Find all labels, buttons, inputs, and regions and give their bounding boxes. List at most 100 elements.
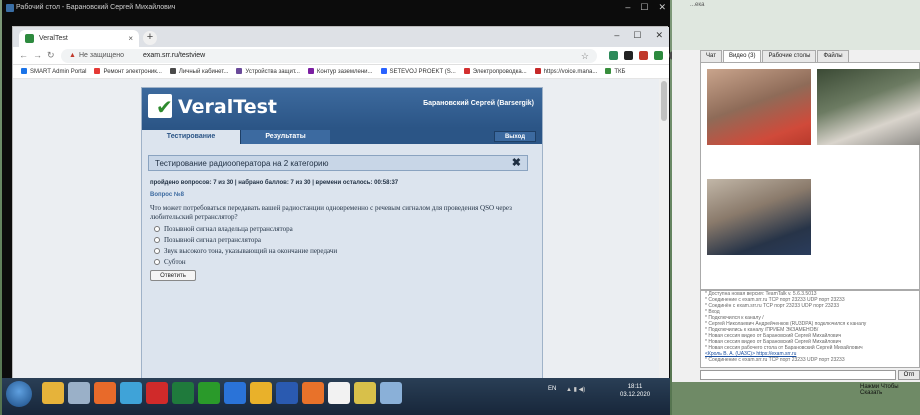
tab-desktops[interactable]: Рабочие столы <box>762 50 817 62</box>
extension-icon[interactable] <box>624 51 633 60</box>
tab-video[interactable]: Видео (3) <box>722 50 762 62</box>
url-text: exam.srr.ru/testview <box>143 52 206 59</box>
send-button[interactable]: Отп <box>898 370 920 380</box>
tab-results[interactable]: Результаты <box>240 130 330 144</box>
question-number: Вопрос №8 <box>150 192 184 198</box>
clapper-icon[interactable] <box>328 382 350 404</box>
radio-button[interactable] <box>154 237 160 243</box>
language-indicator[interactable]: EN <box>548 386 556 392</box>
browser-tab[interactable]: VeralTest × <box>19 30 139 47</box>
chrome-icon[interactable] <box>250 382 272 404</box>
radio-button[interactable] <box>154 259 160 265</box>
shield-icon[interactable] <box>654 51 663 60</box>
bookmark-label: SMART Admin Portal <box>30 69 87 75</box>
tab-chat[interactable]: Чат <box>700 50 722 62</box>
bookmark-item[interactable]: SMART Admin Portal <box>21 68 86 75</box>
warning-icon: ▲ <box>69 52 76 59</box>
close-icon[interactable]: ✖ <box>512 156 521 169</box>
reload-icon[interactable]: ↻ <box>47 50 55 61</box>
push-to-talk-button[interactable]: Нажми Чтобы Сказать <box>860 384 920 396</box>
new-tab-button[interactable]: + <box>143 31 157 45</box>
start-button[interactable] <box>6 381 32 407</box>
veraltest-favicon-icon <box>25 34 34 43</box>
tray-icons[interactable]: ▲ ▮ ◀) <box>566 386 585 393</box>
bookmark-favicon-icon <box>605 68 612 74</box>
maximize-button[interactable]: ☐ <box>640 2 648 13</box>
pen-icon[interactable] <box>380 382 402 404</box>
answer-option[interactable]: Звук высокого тона, указывающий на оконч… <box>154 247 337 255</box>
remote-window-titlebar[interactable]: Рабочий стол - Барановский Сергей Михайл… <box>2 0 670 16</box>
answer-option[interactable]: Субтон <box>154 258 186 266</box>
bookmark-item[interactable]: https://voice.mana... <box>534 68 598 75</box>
bookmarks-bar: SMART Admin Portal Ремонт электроник... Ли… <box>13 65 669 79</box>
clock-time: 18:11 <box>627 384 643 390</box>
answer-label: Позывной сигнал владельца ретранслятора <box>164 225 293 233</box>
video-feed[interactable] <box>707 69 811 145</box>
browser-tabbar: VeralTest × + – ☐ ✕ <box>13 27 669 47</box>
bookmark-item[interactable]: Личный кабинет... <box>169 68 229 75</box>
bookmark-item[interactable]: Ремонт электроник... <box>94 68 162 75</box>
answer-label: Субтон <box>164 258 186 266</box>
opera-icon[interactable] <box>146 382 168 404</box>
video-feed[interactable] <box>817 69 920 145</box>
browser-maximize-button[interactable]: ☐ <box>633 30 641 41</box>
test-progress: пройдено вопросов: 7 из 30 | набрано бал… <box>150 180 399 186</box>
user-name: Барановский Сергей (Barsergik) <box>423 100 534 107</box>
bookmark-label: https://voice.mana... <box>543 69 598 75</box>
answer-option[interactable]: Позывной сигнал ретранслятора <box>154 236 261 244</box>
security-label: Не защищено <box>79 52 124 59</box>
exit-button[interactable]: Выход <box>494 131 536 142</box>
notepad-icon[interactable] <box>68 382 90 404</box>
minimize-button[interactable]: – <box>625 2 630 13</box>
browser-close-button[interactable]: ✕ <box>655 30 663 41</box>
remote-window-icon <box>6 4 14 12</box>
ie-icon[interactable] <box>224 382 246 404</box>
logo: ✔ <box>148 94 173 118</box>
radio-button[interactable] <box>154 248 160 254</box>
browser-minimize-button[interactable]: – <box>614 30 619 41</box>
chat-input[interactable] <box>700 370 896 380</box>
bookmark-item[interactable]: Электропроводка... <box>463 68 527 75</box>
tab-files[interactable]: Файлы <box>817 50 849 62</box>
close-button[interactable]: ✕ <box>658 2 666 13</box>
answer-option[interactable]: Позывной сигнал владельца ретранслятора <box>154 225 293 233</box>
submit-answer-button[interactable]: Ответить <box>150 270 196 281</box>
bookmark-item[interactable]: Устройства защит... <box>236 68 300 75</box>
extension-icon[interactable] <box>609 51 618 60</box>
media-icon[interactable] <box>94 382 116 404</box>
radio-button[interactable] <box>154 226 160 232</box>
antivirus-icon[interactable] <box>198 382 220 404</box>
extension-icon[interactable] <box>639 51 648 60</box>
back-arrow-icon[interactable]: ← <box>19 50 28 60</box>
teamtalk-icon[interactable] <box>354 382 376 404</box>
tools-icon[interactable] <box>120 382 142 404</box>
veraltest-tabs: Тестирование Результаты Выход <box>142 128 542 144</box>
video-feed[interactable] <box>707 179 811 255</box>
bookmark-item[interactable]: ТКБ <box>605 68 625 75</box>
tab-testing[interactable]: Тестирование <box>142 130 240 144</box>
scrollbar-thumb[interactable] <box>661 81 667 121</box>
explorer-icon[interactable] <box>42 382 64 404</box>
bookmark-label: Электропроводка... <box>472 69 527 75</box>
app-name: VeralTest <box>178 96 277 118</box>
question-text: Что может потребоваться передавать вашей… <box>150 204 512 221</box>
word-icon[interactable] <box>276 382 298 404</box>
bookmark-label: Личный кабинет... <box>178 69 229 75</box>
bookmark-item[interactable]: Контур заземлени... <box>307 68 373 75</box>
bookmark-favicon-icon <box>534 68 541 74</box>
bookmark-item[interactable]: SETEVOJ PROEKT (S... <box>380 68 456 75</box>
bookmark-star-icon[interactable]: ☆ <box>581 51 589 62</box>
bookmark-favicon-icon <box>463 68 470 74</box>
firefox-icon[interactable] <box>302 382 324 404</box>
log-line: * Соединение с exam.srr.ru TCP порт 2323… <box>705 357 845 363</box>
tab-close-icon[interactable]: × <box>128 34 133 43</box>
excel-icon[interactable] <box>172 382 194 404</box>
bookmark-favicon-icon <box>21 68 27 74</box>
bookmark-label: SETEVOJ PROEKT (S... <box>389 69 456 75</box>
page-scrollbar[interactable] <box>659 79 669 379</box>
forward-arrow-icon[interactable]: → <box>33 50 42 60</box>
address-bar[interactable]: ▲ Не защищено exam.srr.ru/testview ☆ <box>61 49 597 63</box>
teamtalk-top-area: ...ека <box>672 0 920 50</box>
browser-toolbar: ← → ↻ ▲ Не защищено exam.srr.ru/testview… <box>13 47 692 65</box>
clock[interactable]: 18:11 03.12.2020 <box>620 383 650 399</box>
